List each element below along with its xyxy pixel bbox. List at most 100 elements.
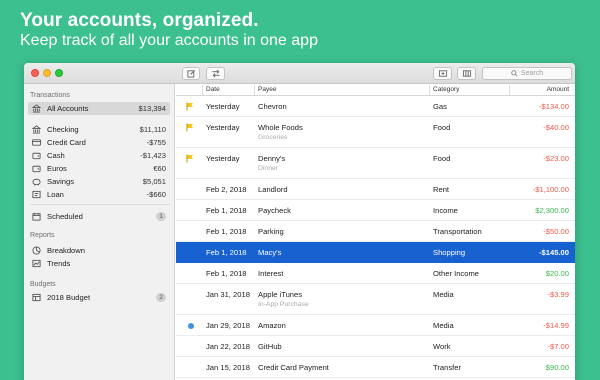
table-row[interactable]: Feb 1, 2018 Paycheck Income $2,300.00: [176, 200, 575, 221]
flag-icon[interactable]: [186, 123, 194, 134]
category-cell: Media: [433, 321, 454, 330]
sidebar-item-cash[interactable]: Cash -$1,423: [28, 149, 170, 162]
minimize-window-button[interactable]: [43, 69, 51, 77]
category-cell: Work: [433, 342, 451, 351]
sidebar-item-2018-budget[interactable]: 2018 Budget 2: [28, 291, 170, 304]
sidebar-item-label: Loan: [47, 190, 64, 199]
sidebar-item-euros[interactable]: Euros €60: [28, 162, 170, 175]
budgets-section-header: Budgets: [30, 281, 56, 288]
category-cell: Income: [433, 206, 458, 215]
date-cell: Feb 2, 2018: [206, 185, 247, 194]
payee-cell: Landlord: [258, 185, 288, 194]
column-header-category[interactable]: Category: [433, 86, 459, 96]
title-bar: Search: [24, 63, 575, 84]
sidebar-item-all-accounts[interactable]: All Accounts $13,394: [28, 102, 170, 115]
category-cell: Transportation: [433, 227, 482, 236]
flag-icon[interactable]: [186, 154, 194, 165]
app-window: Search Transactions All Accounts $13,394…: [24, 63, 575, 380]
column-separator: [429, 85, 430, 95]
sidebar: Transactions All Accounts $13,394 Checki…: [24, 84, 175, 380]
add-account-icon: [438, 70, 447, 77]
sidebar-item-label: 2018 Budget: [47, 293, 91, 302]
sidebar-item-loan[interactable]: Loan -$660: [28, 188, 170, 201]
date-cell: Jan 22, 2018: [206, 342, 250, 351]
zoom-window-button[interactable]: [55, 69, 63, 77]
payee-cell: Interest: [258, 269, 284, 278]
search-input[interactable]: Search: [482, 67, 572, 80]
table-row[interactable]: Feb 1, 2018 Interest Other Income $20.00: [176, 263, 575, 284]
category-cell: Shopping: [433, 248, 466, 257]
column-header-date[interactable]: Date: [206, 86, 220, 96]
amount-cell: -$50.00: [543, 227, 569, 236]
table-row[interactable]: Jan 29, 2018 Amazon Media -$14.99: [176, 315, 575, 336]
column-header-payee[interactable]: Payee: [258, 86, 276, 96]
date-cell: Yesterday: [206, 102, 240, 111]
sidebar-item-label: Checking: [47, 125, 79, 134]
payee-cell: Parking: [258, 227, 284, 236]
category-cell: Rent: [433, 185, 450, 194]
date-cell: Feb 1, 2018: [206, 269, 247, 278]
sidebar-item-balance: -$1,423: [140, 151, 166, 160]
columns-button[interactable]: [457, 67, 476, 80]
pie-icon: [32, 246, 41, 255]
bank-icon: [32, 104, 41, 113]
compose-icon: [186, 69, 195, 78]
payee-cell: Denny's: [258, 154, 286, 163]
payee-cell: Credit Card Payment: [258, 363, 329, 372]
card-icon: [32, 138, 41, 147]
transfer-button[interactable]: [206, 67, 225, 80]
transfer-icon: [211, 69, 220, 78]
date-cell: Feb 1, 2018: [206, 227, 247, 236]
payee-cell: Macy's: [258, 248, 282, 257]
flag-icon[interactable]: [186, 102, 194, 113]
sidebar-item-savings[interactable]: Savings $5,051: [28, 175, 170, 188]
table-row[interactable]: Yesterday Denny's Dinner Food -$23.00: [176, 148, 575, 179]
date-cell: Feb 1, 2018: [206, 248, 247, 257]
category-cell: Media: [433, 290, 454, 299]
table-row[interactable]: Jan 15, 2018 Credit Card Payment Transfer $…: [176, 357, 575, 378]
table-row[interactable]: Yesterday Whole Foods Groceries Food -$40.00: [176, 117, 575, 148]
sidebar-item-balance: $13,394: [138, 104, 166, 113]
amount-cell: -$7.00: [547, 342, 569, 351]
amount-cell: $2,300.00: [535, 206, 569, 215]
sidebar-item-balance: -$755: [146, 138, 166, 147]
table-header: Date Payee Category Amount: [176, 84, 575, 96]
new-transaction-button[interactable]: [182, 67, 200, 80]
trends-icon: [32, 259, 41, 268]
sidebar-item-trends[interactable]: Trends: [28, 257, 170, 270]
table-row[interactable]: Yesterday Chevron Gas -$134.00: [176, 96, 575, 117]
bank-icon: [32, 125, 41, 134]
table-row[interactable]: Jan 22, 2018 GitHub Work -$7.00: [176, 336, 575, 357]
amount-cell: -$23.00: [543, 154, 569, 163]
amount-cell: $20.00: [545, 269, 569, 278]
sidebar-item-label: Euros: [47, 164, 67, 173]
add-account-button[interactable]: [433, 67, 452, 80]
sidebar-item-balance: $5,051: [142, 177, 166, 186]
category-cell: Other Income: [433, 269, 480, 278]
sidebar-item-credit-card[interactable]: Credit Card -$755: [28, 136, 170, 149]
column-separator: [254, 85, 255, 95]
count-badge: 1: [156, 212, 166, 221]
wallet-icon: [32, 164, 41, 173]
sidebar-item-scheduled[interactable]: Scheduled 1: [28, 210, 170, 223]
transactions-table: Date Payee Category Amount Yesterday Chev…: [176, 84, 575, 380]
table-row[interactable]: Feb 1, 2018 Parking Transportation -$50.00: [176, 221, 575, 242]
sidebar-item-label: Credit Card: [47, 138, 86, 147]
category-cell: Transfer: [433, 363, 461, 372]
sidebar-item-breakdown[interactable]: Breakdown: [28, 244, 170, 257]
table-row[interactable]: Jan 31, 2018 Apple iTunes In-App Purchase M…: [176, 284, 575, 315]
amount-cell: -$134.00: [539, 102, 569, 111]
sidebar-item-checking[interactable]: Checking $11,110: [28, 123, 170, 136]
wallet-icon: [32, 151, 41, 160]
sidebar-item-balance: -$660: [146, 190, 166, 199]
column-header-amount[interactable]: Amount: [547, 86, 569, 96]
close-window-button[interactable]: [31, 69, 39, 77]
category-cell: Food: [433, 123, 451, 132]
payee-cell: Apple iTunes: [258, 290, 303, 299]
calendar-icon: [32, 212, 41, 221]
table-row[interactable]: Feb 2, 2018 Landlord Rent -$1,100.00: [176, 179, 575, 200]
amount-cell: -$145.00: [539, 248, 569, 257]
sidebar-item-label: Trends: [47, 259, 71, 268]
column-separator: [509, 85, 510, 95]
table-row[interactable]: Feb 1, 2018 Macy's Shopping -$145.00: [176, 242, 575, 263]
